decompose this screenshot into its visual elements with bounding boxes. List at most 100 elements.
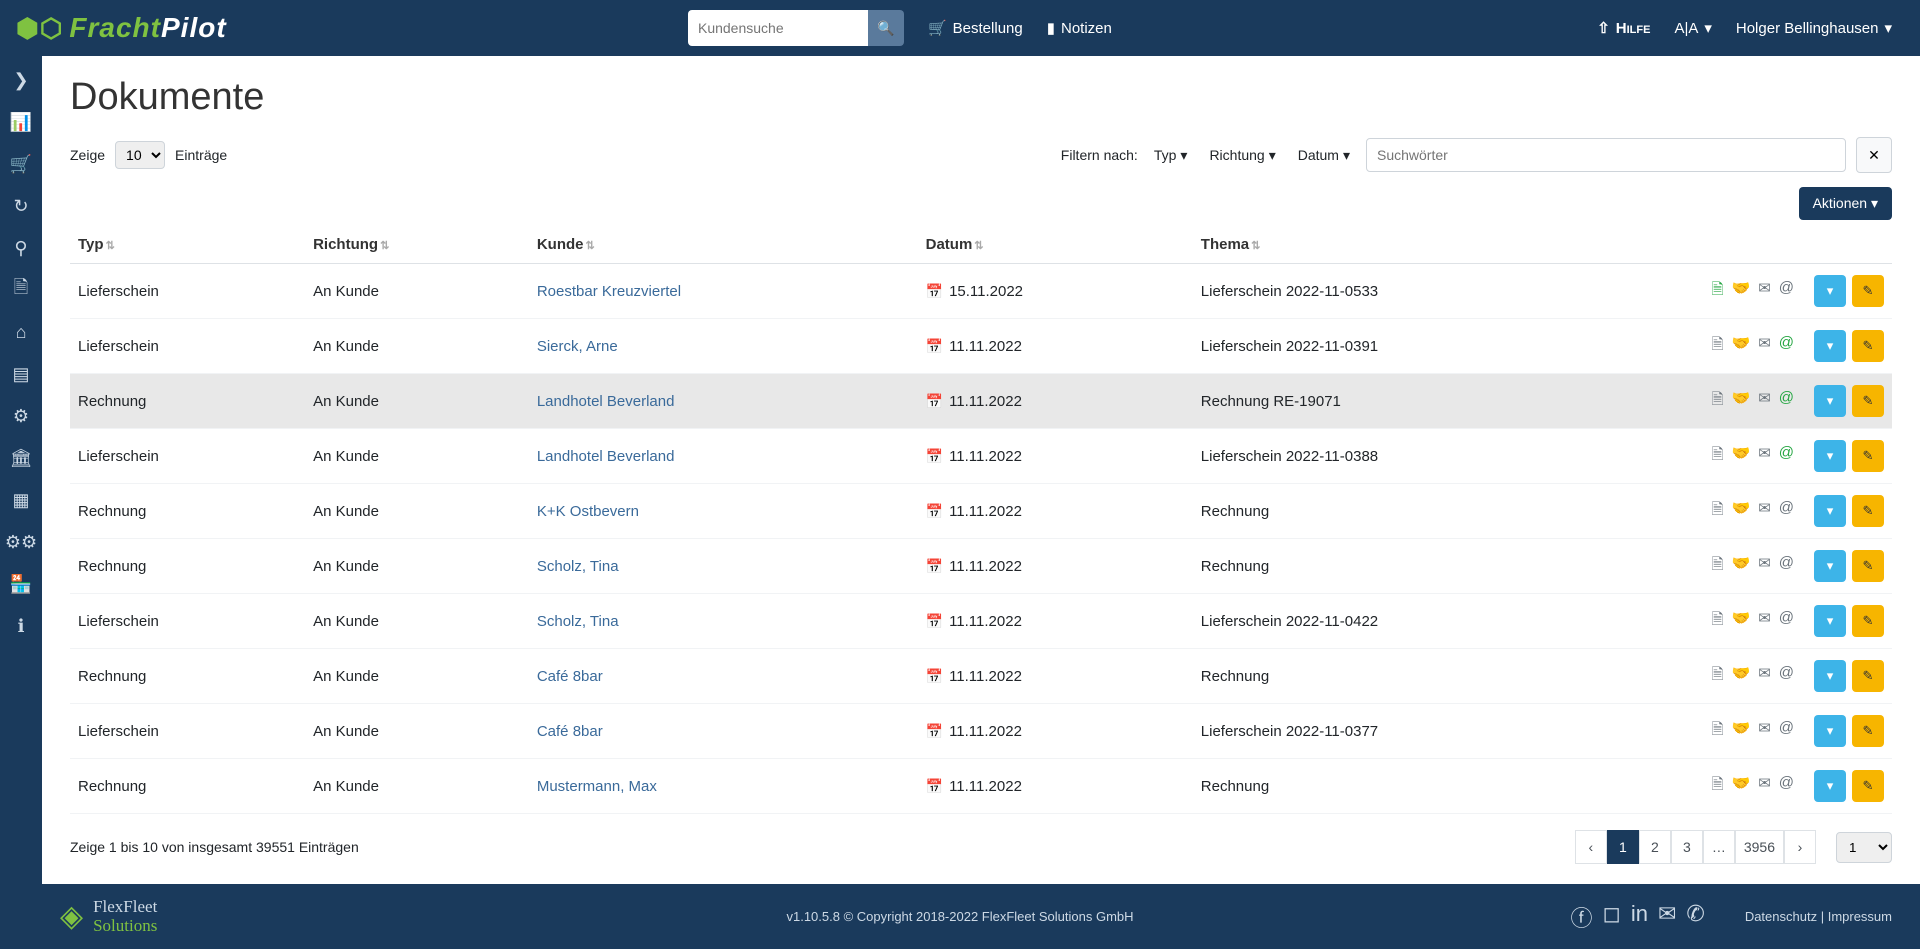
page-link[interactable]: 3	[1671, 830, 1703, 864]
clear-search-button[interactable]: ✕	[1856, 137, 1892, 173]
filter-date[interactable]: Datum ▾	[1292, 143, 1356, 168]
help-link[interactable]: ⇧Hilfe	[1585, 11, 1662, 45]
envelope-icon[interactable]: ✉	[1758, 664, 1771, 689]
page-next[interactable]: ›	[1784, 830, 1816, 864]
envelope-icon[interactable]: ✉	[1758, 719, 1771, 744]
row-dropdown-button[interactable]: ▾	[1814, 495, 1846, 527]
row-edit-button[interactable]: ✎	[1852, 605, 1884, 637]
gear-icon[interactable]: ⚙	[7, 402, 35, 430]
filter-type[interactable]: Typ ▾	[1148, 143, 1194, 168]
envelope-icon[interactable]: ✉	[1758, 774, 1771, 799]
download-icon[interactable]: 🗎	[1711, 499, 1723, 524]
refresh-icon[interactable]: ↻	[7, 192, 35, 220]
row-edit-button[interactable]: ✎	[1852, 440, 1884, 472]
home-icon[interactable]: ⌂	[7, 318, 35, 346]
at-icon[interactable]: @	[1779, 499, 1794, 524]
phone-icon[interactable]: ✆	[1686, 901, 1704, 933]
notes-link[interactable]: ▮Notizen	[1035, 11, 1124, 45]
handshake-icon[interactable]: 🤝	[1732, 774, 1751, 799]
language-toggle[interactable]: A|A ▾	[1662, 11, 1723, 45]
row-dropdown-button[interactable]: ▾	[1814, 275, 1846, 307]
customer-link[interactable]: Landhotel Beverland	[537, 448, 675, 465]
customer-link[interactable]: Café 8bar	[537, 723, 603, 740]
customer-link[interactable]: Mustermann, Max	[537, 778, 657, 795]
download-icon[interactable]: 🗎	[1711, 444, 1723, 469]
download-icon[interactable]: 🗎	[1711, 554, 1723, 579]
instagram-icon[interactable]: ◻	[1603, 901, 1621, 933]
row-edit-button[interactable]: ✎	[1852, 715, 1884, 747]
customer-link[interactable]: Scholz, Tina	[537, 613, 619, 630]
page-prev[interactable]: ‹	[1575, 830, 1607, 864]
expand-icon[interactable]: ❯	[7, 66, 35, 94]
row-dropdown-button[interactable]: ▾	[1814, 385, 1846, 417]
search-button[interactable]: 🔍	[868, 10, 904, 46]
shop-icon[interactable]: 🏪	[7, 570, 35, 598]
page-link[interactable]: 3956	[1735, 830, 1784, 864]
customer-link[interactable]: Scholz, Tina	[537, 558, 619, 575]
at-icon[interactable]: @	[1779, 554, 1794, 579]
col-date[interactable]: Datum⇅	[918, 226, 1193, 264]
col-type[interactable]: Typ⇅	[70, 226, 305, 264]
col-customer[interactable]: Kunde⇅	[529, 226, 918, 264]
col-direction[interactable]: Richtung⇅	[305, 226, 529, 264]
mail-icon[interactable]: ✉	[1658, 901, 1676, 933]
row-edit-button[interactable]: ✎	[1852, 550, 1884, 582]
row-edit-button[interactable]: ✎	[1852, 770, 1884, 802]
row-edit-button[interactable]: ✎	[1852, 275, 1884, 307]
at-icon[interactable]: @	[1779, 664, 1794, 689]
filter-direction[interactable]: Richtung ▾	[1203, 143, 1281, 168]
facebook-icon[interactable]: ⓕ	[1571, 901, 1593, 933]
download-icon[interactable]: 🗎	[1711, 334, 1723, 359]
envelope-icon[interactable]: ✉	[1758, 499, 1771, 524]
handshake-icon[interactable]: 🤝	[1732, 279, 1751, 304]
row-edit-button[interactable]: ✎	[1852, 660, 1884, 692]
warehouse-icon[interactable]: 🏛	[7, 444, 35, 472]
calendar-icon[interactable]: ▤	[7, 360, 35, 388]
at-icon[interactable]: @	[1779, 444, 1794, 469]
at-icon[interactable]: @	[1779, 334, 1794, 359]
envelope-icon[interactable]: ✉	[1758, 389, 1771, 414]
envelope-icon[interactable]: ✉	[1758, 554, 1771, 579]
row-dropdown-button[interactable]: ▾	[1814, 660, 1846, 692]
customer-link[interactable]: K+K Ostbevern	[537, 503, 639, 520]
col-subject[interactable]: Thema⇅	[1193, 226, 1662, 264]
at-icon[interactable]: @	[1779, 279, 1794, 304]
download-icon[interactable]: 🗎	[1711, 774, 1723, 799]
handshake-icon[interactable]: 🤝	[1732, 389, 1751, 414]
row-dropdown-button[interactable]: ▾	[1814, 715, 1846, 747]
at-icon[interactable]: @	[1779, 774, 1794, 799]
privacy-link[interactable]: Datenschutz	[1745, 909, 1817, 924]
page-link[interactable]: 1	[1607, 830, 1639, 864]
handshake-icon[interactable]: 🤝	[1732, 334, 1751, 359]
info-icon[interactable]: ℹ	[7, 612, 35, 640]
download-icon[interactable]: 🗎	[1711, 664, 1723, 689]
chart-icon[interactable]: 📊	[7, 108, 35, 136]
search-input[interactable]	[688, 10, 868, 46]
handshake-icon[interactable]: 🤝	[1732, 719, 1751, 744]
keyword-input[interactable]	[1366, 138, 1846, 172]
cart-icon[interactable]: 🛒	[7, 150, 35, 178]
download-icon[interactable]: 🗎	[1711, 389, 1723, 414]
order-link[interactable]: 🛒Bestellung	[916, 11, 1035, 45]
download-icon[interactable]: 🗎	[1711, 279, 1723, 304]
app-logo[interactable]: ⬢⬡ FrachtPilot	[16, 12, 227, 44]
user-menu[interactable]: Holger Bellinghausen ▾	[1724, 11, 1904, 45]
handshake-icon[interactable]: 🤝	[1732, 554, 1751, 579]
row-edit-button[interactable]: ✎	[1852, 385, 1884, 417]
envelope-icon[interactable]: ✉	[1758, 334, 1771, 359]
page-size-select[interactable]: 10	[115, 141, 165, 169]
route-icon[interactable]: ⚲	[7, 234, 35, 262]
customer-link[interactable]: Café 8bar	[537, 668, 603, 685]
at-icon[interactable]: @	[1779, 389, 1794, 414]
gears-icon[interactable]: ⚙⚙	[7, 528, 35, 556]
row-dropdown-button[interactable]: ▾	[1814, 550, 1846, 582]
row-edit-button[interactable]: ✎	[1852, 330, 1884, 362]
envelope-icon[interactable]: ✉	[1758, 279, 1771, 304]
at-icon[interactable]: @	[1779, 609, 1794, 634]
download-icon[interactable]: 🗎	[1711, 609, 1723, 634]
handshake-icon[interactable]: 🤝	[1732, 499, 1751, 524]
handshake-icon[interactable]: 🤝	[1732, 444, 1751, 469]
customer-link[interactable]: Roestbar Kreuzviertel	[537, 283, 681, 300]
actions-dropdown[interactable]: Aktionen ▾	[1799, 187, 1892, 220]
row-dropdown-button[interactable]: ▾	[1814, 440, 1846, 472]
